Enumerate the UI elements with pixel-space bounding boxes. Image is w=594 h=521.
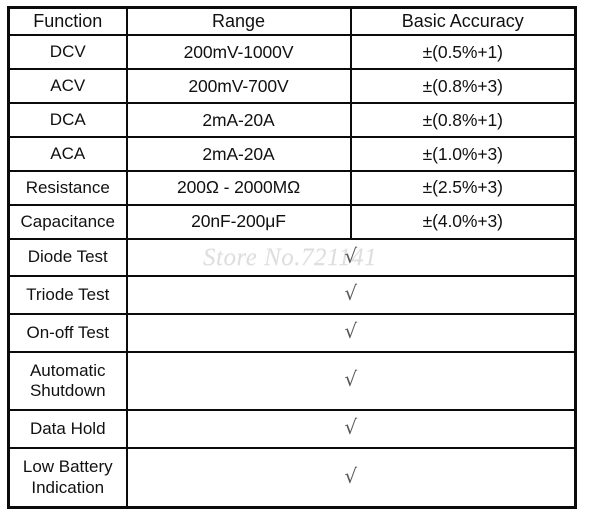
- cell-supported-check: √: [125, 409, 577, 450]
- cell-range: 2mA-20A: [125, 135, 352, 172]
- table-row: DCA 2mA-20A ±(0.8%+1): [7, 102, 577, 138]
- cell-function: DCA: [7, 102, 128, 138]
- checkmark-icon: √: [344, 463, 358, 488]
- table-row: Triode Test √: [7, 275, 577, 316]
- table-row: Resistance 200Ω - 2000MΩ ±(2.5%+3): [7, 169, 577, 206]
- table-row: On-off Test √: [7, 313, 577, 353]
- checkmark-icon: √: [344, 319, 358, 344]
- cell-accuracy: ±(4.0%+3): [349, 203, 577, 240]
- cell-supported-check: √: [125, 275, 577, 316]
- cell-function: DCV: [7, 34, 128, 71]
- cell-function: ACA: [7, 135, 128, 172]
- cell-range: 20nF-200μF: [125, 203, 352, 240]
- cell-function: Automatic Shutdown: [7, 350, 128, 412]
- cell-function: ACV: [7, 68, 128, 105]
- checkmark-icon: √: [344, 281, 358, 306]
- table-row: Capacitance 20nF-200μF ±(4.0%+3): [7, 203, 577, 240]
- specification-table-container: Store No.721141 Function Range Basic Acc…: [7, 6, 577, 509]
- table-row: ACV 200mV-700V ±(0.8%+3): [7, 68, 577, 105]
- cell-range: 200Ω - 2000MΩ: [125, 169, 352, 206]
- table-row: DCV 200mV-1000V ±(0.5%+1): [7, 34, 577, 71]
- cell-function: Diode Test: [7, 237, 128, 278]
- cell-supported-check: √: [125, 350, 577, 412]
- table-row: Data Hold √: [7, 409, 577, 450]
- table-body: DCV 200mV-1000V ±(0.5%+1) ACV 200mV-700V…: [7, 34, 577, 509]
- cell-function: Data Hold: [7, 409, 128, 450]
- cell-function: Resistance: [7, 169, 128, 206]
- cell-range: 2mA-20A: [125, 102, 352, 138]
- cell-range: 200mV-1000V: [125, 34, 352, 71]
- table-header-row: Function Range Basic Accuracy: [7, 6, 577, 37]
- table-row: ACA 2mA-20A ±(1.0%+3): [7, 135, 577, 172]
- table-row: Automatic Shutdown √: [7, 350, 577, 412]
- table-header: Function Range Basic Accuracy: [7, 6, 577, 37]
- cell-range: 200mV-700V: [125, 68, 352, 105]
- cell-supported-check: √: [125, 447, 577, 509]
- cell-function: Capacitance: [7, 203, 128, 240]
- checkmark-icon: √: [344, 243, 358, 268]
- column-header-function: Function: [7, 6, 128, 37]
- cell-accuracy: ±(1.0%+3): [349, 135, 577, 172]
- cell-function: Low Battery Indication: [7, 447, 128, 509]
- multimeter-specification-table: Function Range Basic Accuracy DCV 200mV-…: [7, 6, 577, 509]
- table-row: Low Battery Indication √: [7, 447, 577, 509]
- cell-supported-check: √: [125, 313, 577, 353]
- column-header-basic-accuracy: Basic Accuracy: [349, 6, 577, 37]
- cell-function: Triode Test: [7, 275, 128, 316]
- cell-accuracy: ±(0.8%+1): [349, 102, 577, 138]
- checkmark-icon: √: [344, 367, 358, 392]
- cell-supported-check: √: [125, 237, 577, 278]
- cell-function: On-off Test: [7, 313, 128, 353]
- cell-accuracy: ±(0.8%+3): [349, 68, 577, 105]
- cell-accuracy: ±(2.5%+3): [349, 169, 577, 206]
- column-header-range: Range: [125, 6, 352, 37]
- cell-accuracy: ±(0.5%+1): [349, 34, 577, 71]
- table-row: Diode Test √: [7, 237, 577, 278]
- checkmark-icon: √: [344, 415, 358, 440]
